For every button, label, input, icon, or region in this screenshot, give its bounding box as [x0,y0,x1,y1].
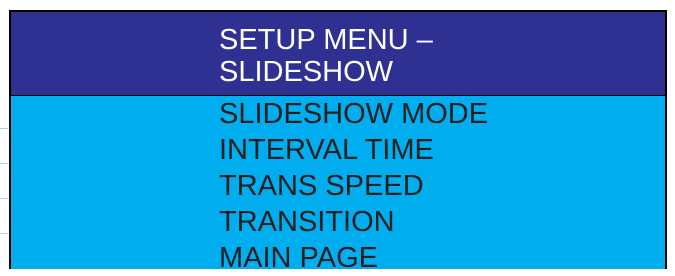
menu-item-transition[interactable]: TRANSITION [219,204,649,240]
setup-menu-panel: SETUP MENU – SLIDESHOW SLIDESHOW MODE IN… [9,10,667,274]
menu-body: SLIDESHOW MODE INTERVAL TIME TRANS SPEED… [11,96,665,274]
menu-item-list: SLIDESHOW MODE INTERVAL TIME TRANS SPEED… [219,96,649,276]
menu-item-main-page[interactable]: MAIN PAGE [219,240,649,276]
menu-title-line-2: SLIDESHOW [219,56,394,88]
menu-title: SETUP MENU – SLIDESHOW [219,24,649,88]
menu-item-trans-speed[interactable]: TRANS SPEED [219,168,649,204]
row-divider-tick [0,198,8,199]
menu-item-slideshow-mode[interactable]: SLIDESHOW MODE [219,96,649,132]
menu-header: SETUP MENU – SLIDESHOW [11,12,665,95]
row-divider-tick [0,128,8,129]
menu-item-interval-time[interactable]: INTERVAL TIME [219,132,649,168]
row-divider-tick [0,163,8,164]
menu-title-line-1: SETUP MENU – [219,24,433,56]
row-divider-tick [0,233,8,234]
